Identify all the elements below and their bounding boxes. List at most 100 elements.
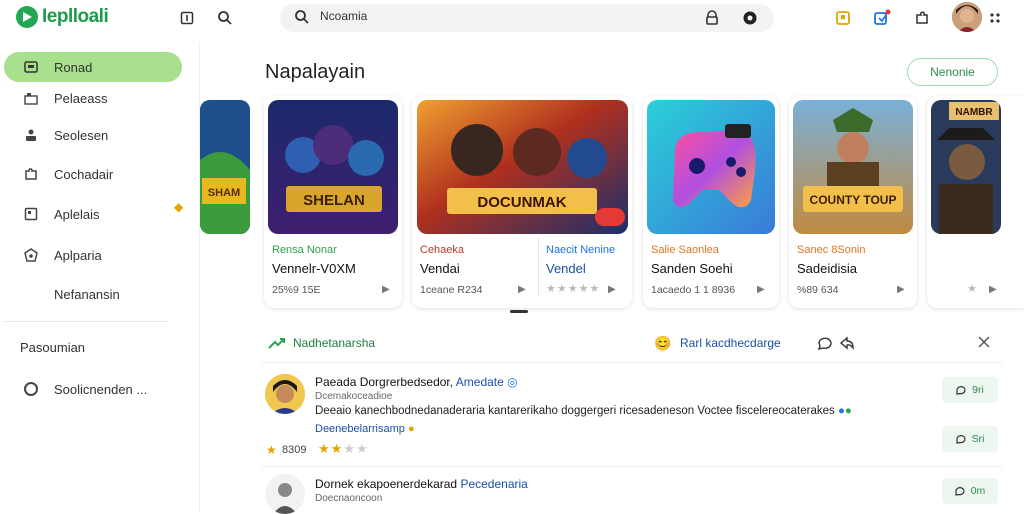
- card-label: Rensa Nonar: [272, 244, 337, 256]
- lock-icon[interactable]: [704, 10, 720, 31]
- card-label: Sanec 8Sonin: [797, 244, 866, 256]
- card-label: Naecit Nenine: [546, 244, 616, 256]
- chat-icon[interactable]: [817, 335, 833, 356]
- search-icon[interactable]: [216, 9, 234, 27]
- sidebar-item-seolesen[interactable]: Seolesen: [4, 120, 182, 150]
- sidebar-item-label: Seolesen: [54, 127, 109, 143]
- chat-icon: [956, 386, 966, 395]
- review-link[interactable]: Deenebelarrisamp ●: [315, 423, 415, 435]
- card-label: Salie Saonlea: [651, 244, 719, 256]
- app-card[interactable]: NAMBR ★ ▶: [927, 96, 1024, 308]
- page-title: Napalayain: [265, 61, 366, 83]
- review-author: Dornek ekapoenerdekarad Pecedenaria: [315, 477, 528, 491]
- review-subtitle: Dcemakoceadioe: [315, 391, 393, 402]
- app-logo[interactable]: Ieplloali: [16, 6, 109, 28]
- card-title: Vennelr-V0XM: [272, 261, 356, 276]
- svg-text:SHAM: SHAM: [208, 187, 240, 199]
- avatar[interactable]: [265, 474, 305, 514]
- search-bar[interactable]: [280, 4, 774, 32]
- play-icon: ▶: [757, 284, 765, 295]
- play-icon: ▶: [989, 284, 997, 295]
- sidebar-divider: [4, 321, 168, 322]
- svg-text:COUNTY TOUP: COUNTY TOUP: [810, 193, 897, 207]
- card-meta: 1acaedo 1 1 8936: [651, 284, 736, 296]
- app-thumbnail: SHELAN: [268, 100, 398, 234]
- star-icon: ★: [266, 443, 277, 457]
- reply-button[interactable]: Sri: [942, 426, 998, 452]
- review-rating: 8309: [282, 444, 307, 456]
- inbox-icon: [16, 60, 46, 74]
- sidebar-item-soolicnenden[interactable]: Soolicnenden ...: [4, 374, 182, 404]
- reviews-filter-label[interactable]: Rarl kacdhecdarge: [680, 336, 781, 350]
- badge-icon: [16, 248, 46, 262]
- sidebar-item-aplelais[interactable]: Aplelais: [4, 199, 182, 229]
- puzzle-icon[interactable]: [913, 9, 931, 27]
- card-label: Cehaeka: [420, 244, 465, 256]
- app-card[interactable]: DOCUNMAK Cehaeka Vendai 1ceane R234 ▶ Na…: [412, 96, 632, 308]
- notification-icon[interactable]: [873, 9, 891, 27]
- app-thumbnail: [647, 100, 775, 234]
- more-button[interactable]: Nenonie: [907, 58, 998, 86]
- apps-icon: [16, 207, 46, 221]
- circle-icon: [16, 381, 46, 397]
- card-title: Sadeidisia: [797, 261, 857, 276]
- avatar[interactable]: [265, 374, 305, 414]
- play-icon: ▶: [382, 284, 390, 295]
- helpful-button[interactable]: 9ri: [942, 377, 998, 403]
- top-bar: Ieplloali: [0, 0, 1024, 36]
- app-thumbnail: COUNTY TOUP: [793, 100, 913, 234]
- app-name: Ieplloali: [42, 6, 109, 27]
- logo-icon: [16, 6, 38, 28]
- share-icon[interactable]: [839, 335, 855, 356]
- chat-icon: [955, 435, 966, 444]
- app-thumbnail[interactable]: SHAM: [200, 100, 250, 234]
- user-icon: [16, 128, 46, 142]
- bookmark-icon[interactable]: [834, 9, 852, 27]
- carousel-indicator: [510, 310, 528, 313]
- svg-text:NAMBR: NAMBR: [955, 107, 993, 118]
- reviews-heading: Nadhetanarsha: [293, 336, 376, 350]
- play-icon: ▶: [897, 284, 905, 295]
- rating-star: ★: [967, 283, 977, 295]
- divider: [538, 238, 539, 296]
- record-icon[interactable]: [742, 10, 758, 31]
- app-card[interactable]: SHELAN Rensa Nonar Vennelr-V0XM 25%9 15E…: [264, 96, 402, 308]
- library-icon: [16, 91, 46, 105]
- more-menu-icon[interactable]: [986, 9, 1004, 27]
- sidebar-item-ronad[interactable]: Ronad: [4, 52, 182, 82]
- search-input[interactable]: [320, 9, 680, 23]
- sidebar-item-label: Pelaeass: [54, 90, 108, 106]
- review-author: Paeada Dorgrerbedsedor, Amedate ◎: [315, 375, 518, 389]
- sidebar-item-aplparia[interactable]: Aplparia: [4, 240, 182, 270]
- sidebar-item-pelaeass[interactable]: Pelaeass: [4, 83, 182, 113]
- helpful-button[interactable]: 0m: [942, 478, 998, 504]
- info-icon[interactable]: [178, 9, 196, 27]
- avatar[interactable]: [952, 2, 982, 32]
- star-icon: ◆: [174, 200, 184, 214]
- trending-icon: [268, 336, 286, 355]
- card-meta: 25%9 15E: [272, 284, 321, 296]
- sidebar-item-nefanansin[interactable]: Nefanansin: [4, 279, 182, 309]
- sidebar-item-label: Nefanansin: [54, 286, 120, 302]
- sidebar-item-label: Cochadair: [54, 166, 114, 182]
- app-card[interactable]: COUNTY TOUP Sanec 8Sonin Sadeidisia %89 …: [789, 96, 917, 308]
- emoji-icon: 😊: [654, 335, 672, 351]
- card-meta: %89 634: [797, 284, 839, 296]
- svg-text:SHELAN: SHELAN: [303, 192, 365, 209]
- close-icon[interactable]: [977, 335, 991, 354]
- sidebar-item-cochadair[interactable]: Cochadair: [4, 159, 182, 189]
- card-title: Vendai: [420, 261, 460, 276]
- rating-stars: ★★★★★: [546, 283, 601, 295]
- rating-stars: ★★★★: [318, 441, 369, 456]
- app-card[interactable]: Salie Saonlea Sanden Soehi 1acaedo 1 1 8…: [643, 96, 779, 308]
- reviews-divider: [262, 466, 1002, 467]
- card-title: Vendel: [546, 261, 586, 276]
- review-subtitle: Doecnaoncoon: [315, 493, 383, 504]
- chat-icon: [955, 487, 965, 496]
- sidebar-item-label: Aplparia: [54, 247, 102, 263]
- play-icon: ▶: [608, 284, 616, 295]
- app-thumbnail: NAMBR: [931, 100, 1001, 234]
- card-meta: 1ceane R234: [420, 284, 483, 296]
- sidebar-item-label: Aplelais: [54, 206, 100, 222]
- sidebar-item-label: Soolicnenden ...: [54, 381, 148, 397]
